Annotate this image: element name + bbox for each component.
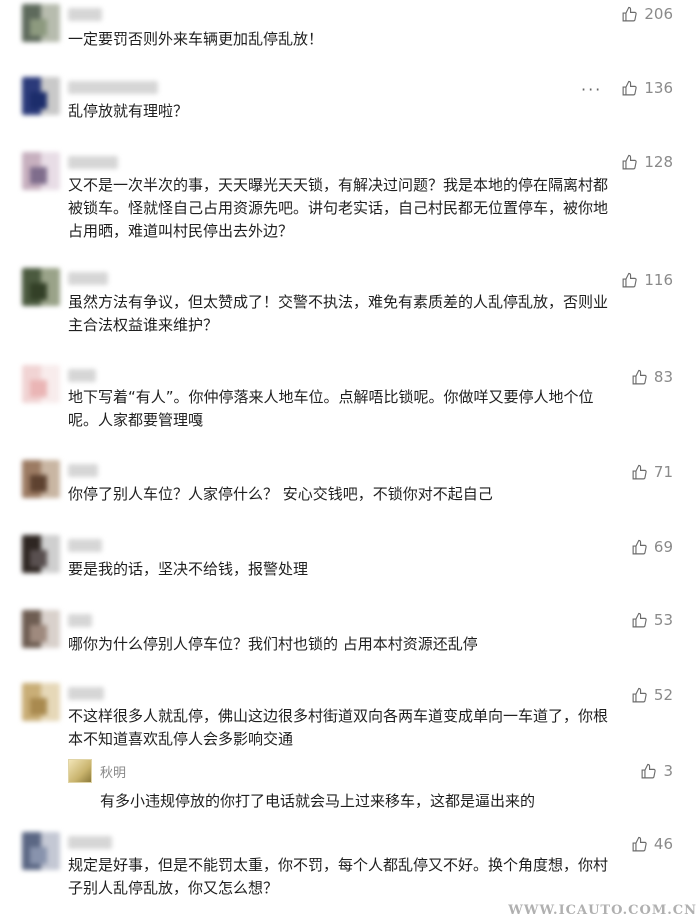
comment-text: 又不是一次半次的事，天天曝光天天锁，有解决过问题？我是本地的停在隔离村都 被锁车…: [68, 176, 609, 240]
username-blurred[interactable]: [68, 156, 118, 169]
avatar[interactable]: [22, 460, 60, 498]
avatar[interactable]: [22, 683, 60, 721]
like-count: 52: [653, 686, 673, 704]
reply-item: 秋明 有多小违规停放的你打了电话就会马上过来移车，这都是逼出来的: [68, 759, 678, 819]
like-button[interactable]: 83: [631, 368, 673, 386]
reply-username[interactable]: 秋明: [100, 762, 126, 781]
avatar[interactable]: [22, 152, 60, 190]
like-count: 71: [653, 463, 673, 481]
username-blurred[interactable]: [68, 464, 98, 477]
like-button[interactable]: 136: [621, 79, 673, 97]
username-blurred[interactable]: [68, 614, 92, 627]
thumbs-up-icon: [632, 687, 647, 702]
like-count: 116: [644, 271, 673, 289]
comment-text: 你停了别人车位？人家停什么？ 安心交钱吧，不锁你对不起自己: [68, 485, 493, 503]
reply-avatar[interactable]: [68, 759, 92, 783]
comment-text: 虽然方法有争议，但太赞成了！交警不执法，难免有素质差的人乱停乱放，否则业 主合法…: [68, 293, 609, 334]
like-button[interactable]: 206: [621, 5, 673, 23]
thumbs-up-icon: [622, 154, 638, 169]
comment-text: 地下写着“有人”。你仲停落来人地车位。点解唔比锁呢。你做咩又要停人地个位 呢。人…: [68, 388, 594, 429]
avatar[interactable]: [22, 4, 60, 42]
username-blurred[interactable]: [68, 539, 102, 552]
thumbs-up-icon: [622, 6, 638, 21]
thumbs-up-icon: [622, 80, 638, 95]
reply-text: 有多小违规停放的你打了电话就会马上过来移车，这都是逼出来的: [100, 792, 536, 810]
avatar[interactable]: [22, 365, 60, 403]
like-button[interactable]: 116: [621, 271, 673, 289]
username-blurred[interactable]: [68, 81, 158, 94]
comment-text: 要是我的话，坚决不给钱，报警处理: [68, 560, 309, 578]
comment-text: 规定是好事，但是不能罚太重，你不罚，每个人都乱停又不好。换个角度想，你村 子别人…: [68, 856, 609, 897]
avatar[interactable]: [22, 77, 60, 115]
like-button[interactable]: 69: [631, 538, 673, 556]
like-count: 206: [644, 5, 673, 23]
thumbs-up-icon: [622, 272, 638, 287]
like-button[interactable]: 71: [631, 463, 673, 481]
like-count: 46: [653, 835, 673, 853]
username-blurred[interactable]: [68, 8, 102, 21]
site-watermark: WWW.ICAUTO.COM.CN: [508, 903, 697, 918]
thumbs-up-icon: [632, 464, 647, 479]
like-button[interactable]: 46: [631, 835, 673, 853]
username-blurred[interactable]: [68, 687, 104, 700]
like-count: 83: [653, 368, 673, 386]
comment-text: 乱停放就有理啦？: [68, 102, 189, 120]
comment-text: 一定要罚否则外来车辆更加乱停乱放！: [68, 30, 324, 48]
comment-text: 哪你为什么停别人停车位？我们村也锁的 占用本村资源还乱停: [68, 635, 478, 653]
like-count: 3: [663, 762, 673, 780]
username-blurred[interactable]: [68, 272, 108, 285]
like-button[interactable]: 52: [631, 686, 673, 704]
more-options-button[interactable]: ···: [581, 82, 602, 98]
like-count: 53: [653, 611, 673, 629]
like-button[interactable]: 128: [621, 153, 673, 171]
avatar[interactable]: [22, 535, 60, 573]
like-count: 69: [653, 538, 673, 556]
reply-like-button[interactable]: 3: [640, 762, 673, 780]
like-count: 128: [644, 153, 673, 171]
comment-text: 不这样很多人就乱停，佛山这边很多村街道双向各两车道变成单向一车道了，你根 本不知…: [68, 707, 609, 748]
avatar[interactable]: [22, 610, 60, 648]
thumbs-up-icon: [632, 836, 647, 851]
thumbs-up-icon: [632, 612, 647, 627]
avatar[interactable]: [22, 832, 60, 870]
username-blurred[interactable]: [68, 369, 96, 382]
avatar[interactable]: [22, 268, 60, 306]
thumbs-up-icon: [632, 539, 647, 554]
like-count: 136: [644, 79, 673, 97]
thumbs-up-icon: [632, 369, 647, 384]
thumbs-up-icon: [642, 763, 657, 778]
like-button[interactable]: 53: [631, 611, 673, 629]
username-blurred[interactable]: [68, 836, 112, 849]
